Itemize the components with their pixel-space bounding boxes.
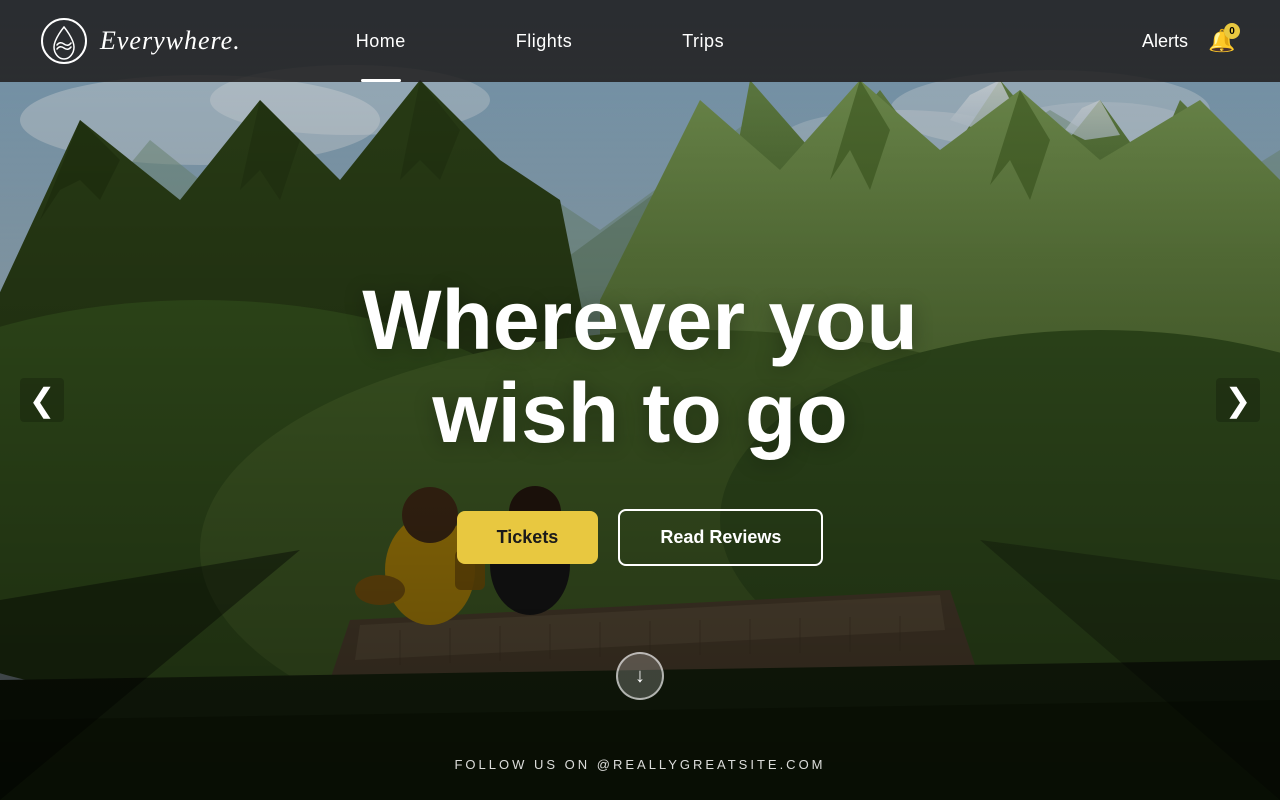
read-reviews-button[interactable]: Read Reviews (618, 509, 823, 566)
nav-right: Alerts 🔔 0 (1142, 23, 1240, 59)
navbar: Everywhere. Home Flights Trips Alerts 🔔 … (0, 0, 1280, 82)
carousel-next-button[interactable]: ❯ (1216, 378, 1260, 422)
notification-bell[interactable]: 🔔 0 (1204, 23, 1240, 59)
chevron-right-icon: ❯ (1225, 381, 1252, 419)
hero-section: Everywhere. Home Flights Trips Alerts 🔔 … (0, 0, 1280, 800)
hero-title: Wherever you wish to go (362, 274, 918, 459)
nav-links: Home Flights Trips (301, 0, 1142, 82)
alerts-label: Alerts (1142, 31, 1188, 52)
scroll-down-button[interactable]: ↓ (616, 652, 664, 700)
brand[interactable]: Everywhere. (40, 17, 241, 65)
hero-footer-text: FOLLOW US ON @REALLYGREATSITE.COM (454, 757, 825, 772)
arrow-down-icon: ↓ (635, 665, 645, 688)
chevron-left-icon: ❮ (29, 381, 56, 419)
nav-home[interactable]: Home (301, 0, 461, 82)
tickets-button[interactable]: Tickets (457, 511, 599, 564)
nav-trips[interactable]: Trips (627, 0, 779, 82)
hero-buttons: Tickets Read Reviews (457, 509, 824, 566)
nav-flights[interactable]: Flights (461, 0, 628, 82)
brand-logo (40, 17, 88, 65)
brand-name: Everywhere. (100, 26, 241, 56)
notification-badge: 0 (1224, 23, 1240, 39)
carousel-prev-button[interactable]: ❮ (20, 378, 64, 422)
